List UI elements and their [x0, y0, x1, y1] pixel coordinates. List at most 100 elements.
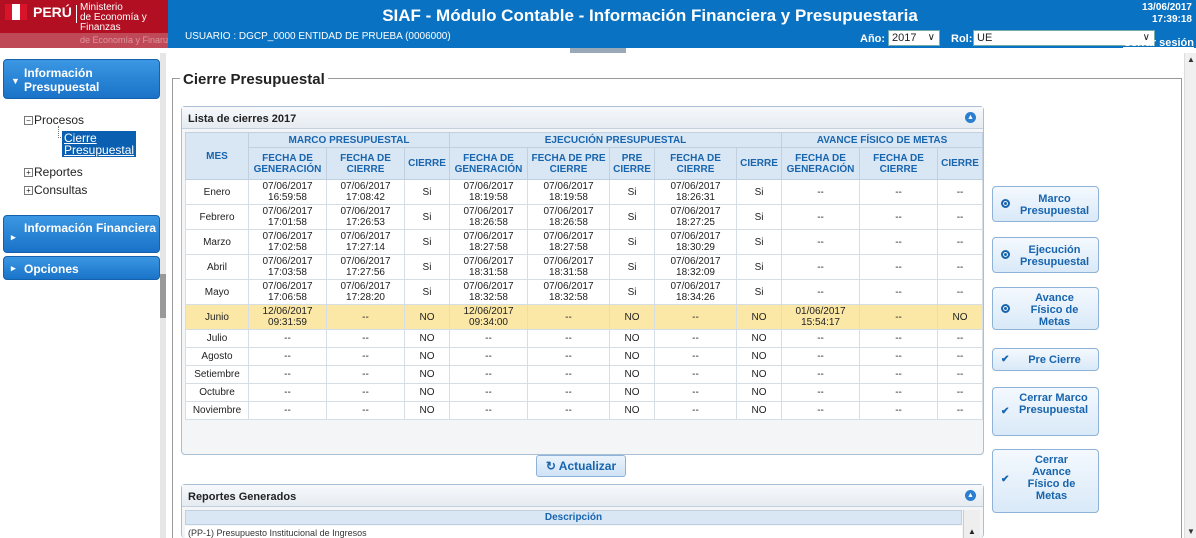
report-row[interactable]: (PP-1) Presupuesto Institucional de Ingr… — [185, 526, 962, 538]
table-row[interactable]: Marzo 07/06/2017 17:02:58 07/06/2017 17:27… — [185, 229, 984, 255]
cell-ec: 07/06/2017 18:30:29 — [654, 229, 738, 255]
cerrar-avance-fisico-metas-button[interactable]: ✔ Cerrar Avance Físico de Metas — [992, 449, 1099, 513]
scroll-up-icon[interactable]: ▲ — [1187, 55, 1195, 64]
rol-value: UE — [977, 32, 993, 44]
tree-item-reportes[interactable]: + Reportes — [24, 165, 83, 179]
table-row[interactable]: Julio -- -- NO -- -- NO -- NO -- -- -- — [185, 329, 984, 348]
scroll-up-icon[interactable]: ▲ — [968, 527, 976, 536]
table-row[interactable]: Enero 07/06/2017 16:59:58 07/06/2017 17:08… — [185, 179, 984, 205]
cell-mc: -- — [326, 401, 405, 420]
cell-mg: 07/06/2017 17:02:58 — [248, 229, 327, 255]
group-header-marco: MARCO PRESUPUESTAL — [247, 132, 451, 148]
cell-epre: Si — [609, 279, 656, 305]
cell-ec: -- — [654, 304, 738, 330]
cell-ac: -- — [859, 383, 939, 402]
col-header-fecha-cierre: FECHA DE CIERRE — [654, 147, 738, 180]
cell-mes: Mayo — [185, 279, 249, 305]
logo-separator — [76, 5, 77, 23]
cell-ac: -- — [859, 254, 939, 280]
collapse-box-icon[interactable]: − — [24, 116, 33, 125]
year-label: Año: — [860, 33, 886, 45]
mef-logo: PERÚ Ministerio de Economía y Finanzas d… — [0, 0, 168, 48]
cell-acierre: -- — [937, 383, 984, 402]
table-row[interactable]: Febrero 07/06/2017 17:01:58 07/06/2017 17:… — [185, 204, 984, 230]
cell-epre: Si — [609, 254, 656, 280]
cell-mg: 07/06/2017 17:06:58 — [248, 279, 327, 305]
chevron-down-icon: ▼ — [11, 76, 20, 86]
col-header-fecha-generacion: FECHA DE GENERACIÓN — [449, 147, 529, 180]
logout-link[interactable]: Cerrar sesión — [1123, 37, 1194, 49]
tree-item-procesos[interactable]: − Procesos — [24, 113, 84, 127]
cell-ec: 07/06/2017 18:34:26 — [654, 279, 738, 305]
table-row[interactable]: Setiembre -- -- NO -- -- NO -- NO -- -- -- — [185, 365, 984, 384]
table-row[interactable]: Mayo 07/06/2017 17:06:58 07/06/2017 17:28:… — [185, 279, 984, 305]
tree-item-consultas[interactable]: + Consultas — [24, 183, 87, 197]
cell-eg: 07/06/2017 18:31:58 — [449, 254, 529, 280]
accordion-opciones[interactable]: ▸ Opciones — [3, 256, 160, 280]
cell-epc: -- — [527, 329, 611, 348]
cell-ec: 07/06/2017 18:26:31 — [654, 179, 738, 205]
cell-epre: NO — [609, 329, 656, 348]
cell-epc: -- — [527, 347, 611, 366]
splitter-handle[interactable] — [160, 274, 166, 318]
expand-box-icon[interactable]: + — [24, 168, 33, 177]
user-entity-line: USUARIO : DGCP_0000 ENTIDAD DE PRUEBA (0… — [185, 31, 451, 42]
pre-cierre-button[interactable]: ✔ Pre Cierre — [992, 348, 1099, 371]
cell-epre: NO — [609, 401, 656, 420]
table-row[interactable]: Octubre -- -- NO -- -- NO -- NO -- -- -- — [185, 383, 984, 402]
tree-label: Consultas — [34, 183, 88, 197]
cell-acierre: -- — [937, 365, 984, 384]
rol-label: Rol: — [951, 33, 973, 45]
cell-ag: -- — [781, 383, 861, 402]
cell-ecierre: Si — [736, 254, 783, 280]
cell-mg: -- — [248, 329, 327, 348]
cell-mc: 07/06/2017 17:27:56 — [326, 254, 405, 280]
marco-presupuestal-button[interactable]: Marco Presupuestal — [992, 186, 1099, 222]
check-icon: ✔ — [1001, 354, 1010, 365]
cell-acierre: -- — [937, 329, 984, 348]
cell-mg: -- — [248, 365, 327, 384]
cell-ec: -- — [654, 329, 738, 348]
cell-mcierre: Si — [403, 229, 451, 255]
cell-epc: 07/06/2017 18:32:58 — [527, 279, 611, 305]
accordion-informacion-financiera[interactable]: ▸ Información Financiera — [3, 215, 160, 253]
collapse-icon[interactable]: ▲ — [965, 112, 976, 123]
collapse-icon[interactable]: ▲ — [965, 490, 976, 501]
cell-ac: -- — [859, 329, 939, 348]
cell-eg: 07/06/2017 18:26:58 — [449, 204, 529, 230]
cell-ag: -- — [781, 365, 861, 384]
cell-epre: NO — [609, 304, 656, 330]
cell-ec: 07/06/2017 18:32:09 — [654, 254, 738, 280]
table-row[interactable]: Agosto -- -- NO -- -- NO -- NO -- -- -- — [185, 347, 984, 366]
cell-mc: 07/06/2017 17:28:20 — [326, 279, 405, 305]
tree-item-cierre-presupuestal[interactable]: Cierre Presupuestal — [62, 131, 136, 157]
cell-ecierre: Si — [736, 204, 783, 230]
table-row[interactable]: Junio 12/06/2017 09:31:59 -- NO 12/06/2017 0… — [185, 304, 984, 330]
cell-mcierre: Si — [403, 279, 451, 305]
cell-epc: 07/06/2017 18:27:58 — [527, 229, 611, 255]
cell-ecierre: Si — [736, 279, 783, 305]
scroll-down-icon[interactable]: ▼ — [1187, 527, 1195, 536]
avance-fisico-metas-button[interactable]: Avance Físico de Metas — [992, 287, 1099, 330]
cell-mg: 07/06/2017 17:03:58 — [248, 254, 327, 280]
accordion-informacion-presupuestal[interactable]: ▼ Información Presupuestal — [3, 59, 160, 99]
cell-acierre: -- — [937, 254, 984, 280]
expand-box-icon[interactable]: + — [24, 186, 33, 195]
closures-table: MES MARCO PRESUPUESTAL EJECUCIÓN PRESUPU… — [185, 132, 984, 420]
year-select[interactable]: 2017 ∨ — [888, 30, 940, 46]
cell-ac: -- — [859, 401, 939, 420]
cell-ag: -- — [781, 401, 861, 420]
closures-panel: Lista de cierres 2017 ▲ MES MARCO PRESUP… — [181, 106, 984, 455]
reports-scrollbar[interactable]: ▲ — [963, 510, 980, 538]
cell-ag: -- — [781, 329, 861, 348]
cerrar-marco-presupuestal-button[interactable]: ✔ Cerrar Marco Presupuestal — [992, 387, 1099, 436]
cell-eg: -- — [449, 329, 529, 348]
radio-icon — [1001, 250, 1010, 263]
cell-ecierre: NO — [736, 365, 783, 384]
ejecucion-presupuestal-button[interactable]: Ejecución Presupuestal — [992, 237, 1099, 273]
cell-mg: -- — [248, 401, 327, 420]
table-row[interactable]: Abril 07/06/2017 17:03:58 07/06/2017 17:27… — [185, 254, 984, 280]
table-row[interactable]: Noviembre -- -- NO -- -- NO -- NO -- -- -- — [185, 401, 984, 420]
refresh-button[interactable]: ↻ Actualizar — [536, 455, 626, 477]
main-scrollbar[interactable]: ▲ ▼ — [1184, 53, 1196, 538]
